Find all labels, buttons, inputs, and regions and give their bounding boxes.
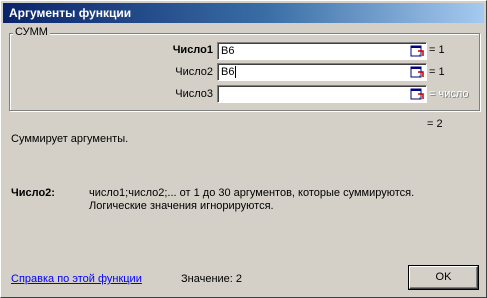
collapse-dialog-icon[interactable] (410, 44, 424, 58)
argument-help-line1: число1;число2;... от 1 до 30 аргументов,… (89, 187, 415, 199)
text-cursor (235, 66, 237, 78)
title-bar[interactable]: Аргументы функции (3, 3, 484, 23)
arg1-value: B6 (221, 45, 235, 57)
arg3-result: = число (429, 88, 469, 100)
arg2-result: = 1 (429, 66, 445, 78)
help-link[interactable]: Справка по этой функции (11, 273, 142, 285)
ok-button[interactable]: OK (409, 266, 478, 289)
total-result: = 2 (427, 118, 443, 130)
arg3-input[interactable] (217, 85, 427, 103)
arg2-input[interactable]: B6 (217, 63, 427, 81)
function-arguments-dialog: Аргументы функции СУММ Число1 B6 = 1 Чис… (0, 0, 487, 298)
argument-help-name: Число2: (11, 187, 55, 199)
function-name: СУММ (13, 26, 50, 38)
arg1-label: Число1 (172, 44, 213, 56)
arg1-result: = 1 (429, 44, 445, 56)
collapse-dialog-icon[interactable] (410, 87, 424, 101)
arg3-label: Число3 (175, 88, 213, 100)
argument-help-line2: Логические значения игнорируются. (89, 200, 274, 212)
collapse-dialog-icon[interactable] (410, 65, 424, 79)
arg2-label: Число2 (175, 66, 213, 78)
formula-value: Значение: 2 (181, 273, 243, 285)
arg2-value: B6 (221, 66, 235, 78)
arg1-input[interactable]: B6 (217, 42, 427, 60)
function-description: Суммирует аргументы. (11, 133, 129, 145)
argument-help: Число2: число1;число2;... от 1 до 30 арг… (11, 187, 471, 212)
window-title: Аргументы функции (9, 6, 132, 20)
argument-help-text: число1;число2;... от 1 до 30 аргументов,… (89, 187, 469, 212)
